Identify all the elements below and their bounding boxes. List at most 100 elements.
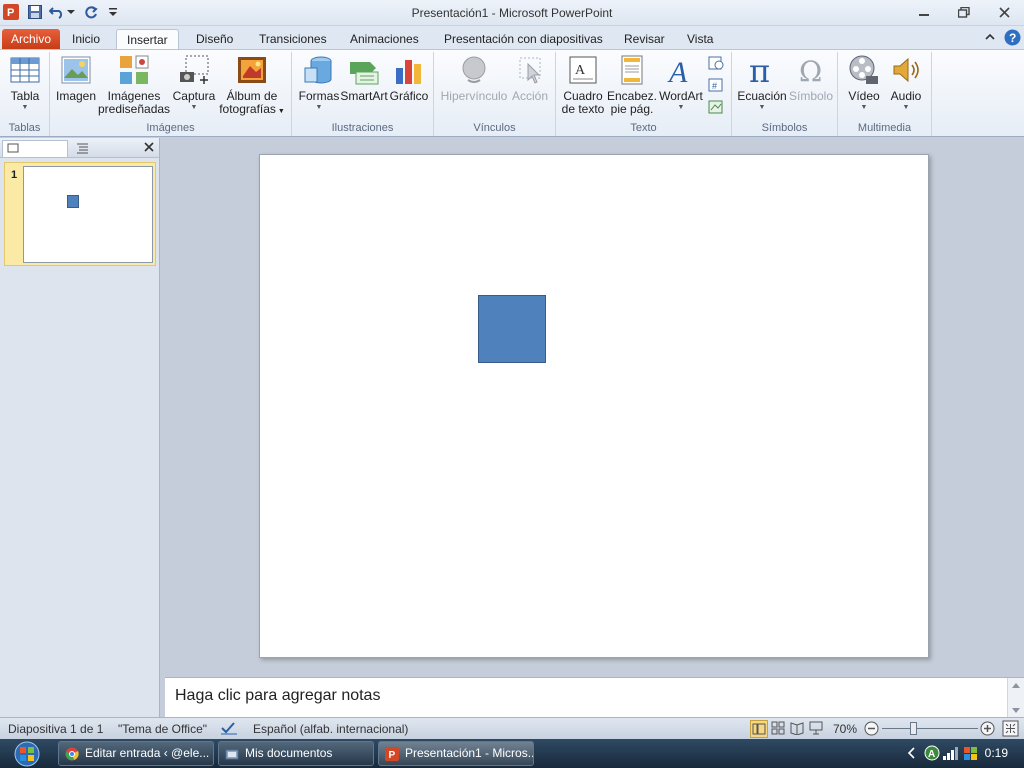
captura-button[interactable]: Captura ▼ — [170, 54, 218, 112]
accion-button[interactable]: Acción — [510, 54, 550, 103]
help-icon[interactable]: ? — [1004, 29, 1022, 47]
tab-diseno[interactable]: Diseño — [186, 29, 243, 50]
network-signal-icon[interactable] — [942, 745, 960, 761]
hipervinculo-button[interactable]: Hipervínculo — [438, 54, 510, 103]
action-center-flag-icon[interactable] — [962, 744, 980, 762]
group-vinculos: Hipervínculo Acción Vínculos — [434, 52, 556, 136]
spellcheck-icon[interactable] — [220, 720, 238, 738]
formas-label: Formas — [298, 89, 340, 103]
minimize-ribbon-icon[interactable] — [984, 31, 998, 45]
table-icon — [10, 57, 40, 83]
status-language[interactable]: Español (alfab. internacional) — [253, 722, 408, 736]
tab-inicio[interactable]: Inicio — [62, 29, 110, 50]
simbolo-button[interactable]: Ω Símbolo — [788, 54, 834, 103]
imagenes-prediseñadas-button[interactable]: Imágenes prediseñadas — [98, 54, 170, 116]
reading-view-icon[interactable] — [790, 721, 806, 737]
pi-icon: π — [749, 54, 770, 86]
grafico-label: Gráfico — [389, 89, 429, 103]
ribbon: Tabla ▼ Tablas Imagen Imágenes prediseña… — [0, 49, 1024, 137]
imagen-button[interactable]: Imagen — [54, 54, 98, 103]
video-button[interactable]: Vídeo ▼ — [842, 54, 886, 112]
audio-button[interactable]: Audio ▼ — [886, 54, 926, 112]
notes-placeholder[interactable]: Haga clic para agregar notas — [175, 687, 380, 705]
accion-label: Acción — [511, 89, 549, 103]
close-button[interactable] — [990, 3, 1018, 21]
object-icon[interactable] — [708, 100, 726, 116]
tabla-label: Tabla — [10, 89, 40, 103]
tab-insertar[interactable]: Insertar — [116, 29, 179, 50]
normal-view-icon[interactable] — [750, 720, 768, 738]
ribbon-tabs: Archivo Inicio Insertar Diseño Transicio… — [0, 26, 1024, 50]
zoom-slider-track[interactable] — [882, 728, 978, 729]
taskbar-clock[interactable]: 0:19 — [985, 746, 1008, 760]
fit-to-window-icon[interactable] — [1002, 720, 1020, 738]
slide-canvas[interactable] — [259, 154, 929, 658]
cuadro-de-texto-button[interactable]: A Cuadro de texto — [560, 54, 606, 116]
windows-logo-icon — [14, 741, 40, 766]
group-label-ilustraciones: Ilustraciones — [331, 122, 394, 134]
date-time-icon[interactable] — [708, 56, 726, 72]
status-theme[interactable]: "Tema de Office" — [118, 722, 207, 736]
start-button[interactable] — [6, 739, 48, 768]
zoom-out-icon[interactable] — [864, 721, 879, 736]
blue-square-shape[interactable] — [478, 295, 546, 363]
grafico-button[interactable]: Gráfico — [388, 54, 430, 103]
tabla-button[interactable]: Tabla ▼ — [6, 54, 44, 112]
tab-outline[interactable] — [70, 140, 136, 157]
wordart-button[interactable]: A WordArt ▼ — [658, 54, 704, 112]
hipervinculo-label: Hipervínculo — [440, 89, 508, 103]
powerpoint-icon: P — [385, 747, 399, 761]
wordart-icon: A — [667, 56, 688, 86]
slide-thumbnail[interactable] — [23, 166, 153, 263]
show-hidden-icons-icon[interactable] — [906, 747, 918, 761]
notes-pane[interactable]: Haga clic para agregar notas — [165, 677, 1024, 718]
slides-tab-icon — [7, 143, 19, 153]
textbox-icon: A — [569, 56, 597, 84]
tab-archivo[interactable]: Archivo — [2, 29, 61, 50]
taskbar-item-powerpoint[interactable]: P Presentación1 - Micros... — [378, 741, 534, 766]
group-tablas: Tabla ▼ Tablas — [0, 52, 50, 136]
slideshow-icon[interactable] — [809, 721, 825, 737]
formas-button[interactable]: Formas ▼ — [296, 54, 342, 112]
tab-presentacion[interactable]: Presentación con diapositivas — [434, 29, 613, 50]
ecuacion-button[interactable]: π Ecuación ▼ — [736, 54, 788, 112]
taskbar-item-chrome[interactable]: Editar entrada ‹ @ele... — [58, 741, 214, 766]
close-pane-icon[interactable] — [143, 141, 157, 155]
thumbnail-square-shape — [67, 195, 79, 208]
ecuacion-label: Ecuación — [737, 89, 787, 103]
notes-scrollbar[interactable] — [1007, 678, 1024, 718]
tab-slides[interactable] — [2, 140, 68, 157]
encabezado-pie-button[interactable]: Encabez. pie pág. — [606, 54, 658, 116]
tab-animaciones[interactable]: Animaciones — [340, 29, 429, 50]
taskbar-item-documents[interactable]: Mis documentos — [218, 741, 374, 766]
album-button[interactable]: Álbum de fotografías ▼ — [218, 54, 286, 118]
title-bar: P Presentación1 - Microsoft PowerPoint — [0, 0, 1024, 26]
group-label-imagenes: Imágenes — [146, 122, 195, 134]
tab-revisar[interactable]: Revisar — [614, 29, 675, 50]
chart-icon — [396, 60, 421, 84]
slide-thumbnail-selected[interactable]: 1 — [4, 162, 156, 266]
svg-text:A: A — [575, 63, 586, 78]
group-label-multimedia: Multimedia — [857, 122, 912, 134]
picture-icon — [61, 56, 91, 84]
tab-transiciones[interactable]: Transiciones — [249, 29, 337, 50]
tray-app-icon[interactable]: A — [924, 745, 940, 761]
group-label-texto: Texto — [630, 122, 657, 134]
slide-number-icon[interactable]: # — [708, 78, 726, 94]
svg-text:A: A — [667, 56, 688, 86]
restore-button[interactable] — [950, 3, 978, 21]
group-imagenes: Imagen Imágenes prediseñadas Captura ▼ Á… — [50, 52, 292, 136]
captura-label: Captura — [172, 89, 216, 103]
slide-sorter-icon[interactable] — [771, 721, 787, 737]
zoom-slider-thumb[interactable] — [910, 722, 917, 735]
zoom-in-icon[interactable] — [980, 721, 995, 736]
group-ilustraciones: Formas ▼ SmartArt Gráfico Ilustraciones — [292, 52, 434, 136]
minimize-button[interactable] — [910, 3, 938, 21]
shapes-icon — [304, 56, 332, 84]
smartart-button[interactable]: SmartArt — [340, 54, 388, 103]
group-multimedia: Vídeo ▼ Audio ▼ Multimedia — [838, 52, 932, 136]
zoom-level[interactable]: 70% — [833, 722, 857, 736]
group-simbolos: π Ecuación ▼ Ω Símbolo Símbolos — [732, 52, 838, 136]
tab-vista[interactable]: Vista — [677, 29, 723, 50]
svg-text:#: # — [712, 81, 717, 91]
